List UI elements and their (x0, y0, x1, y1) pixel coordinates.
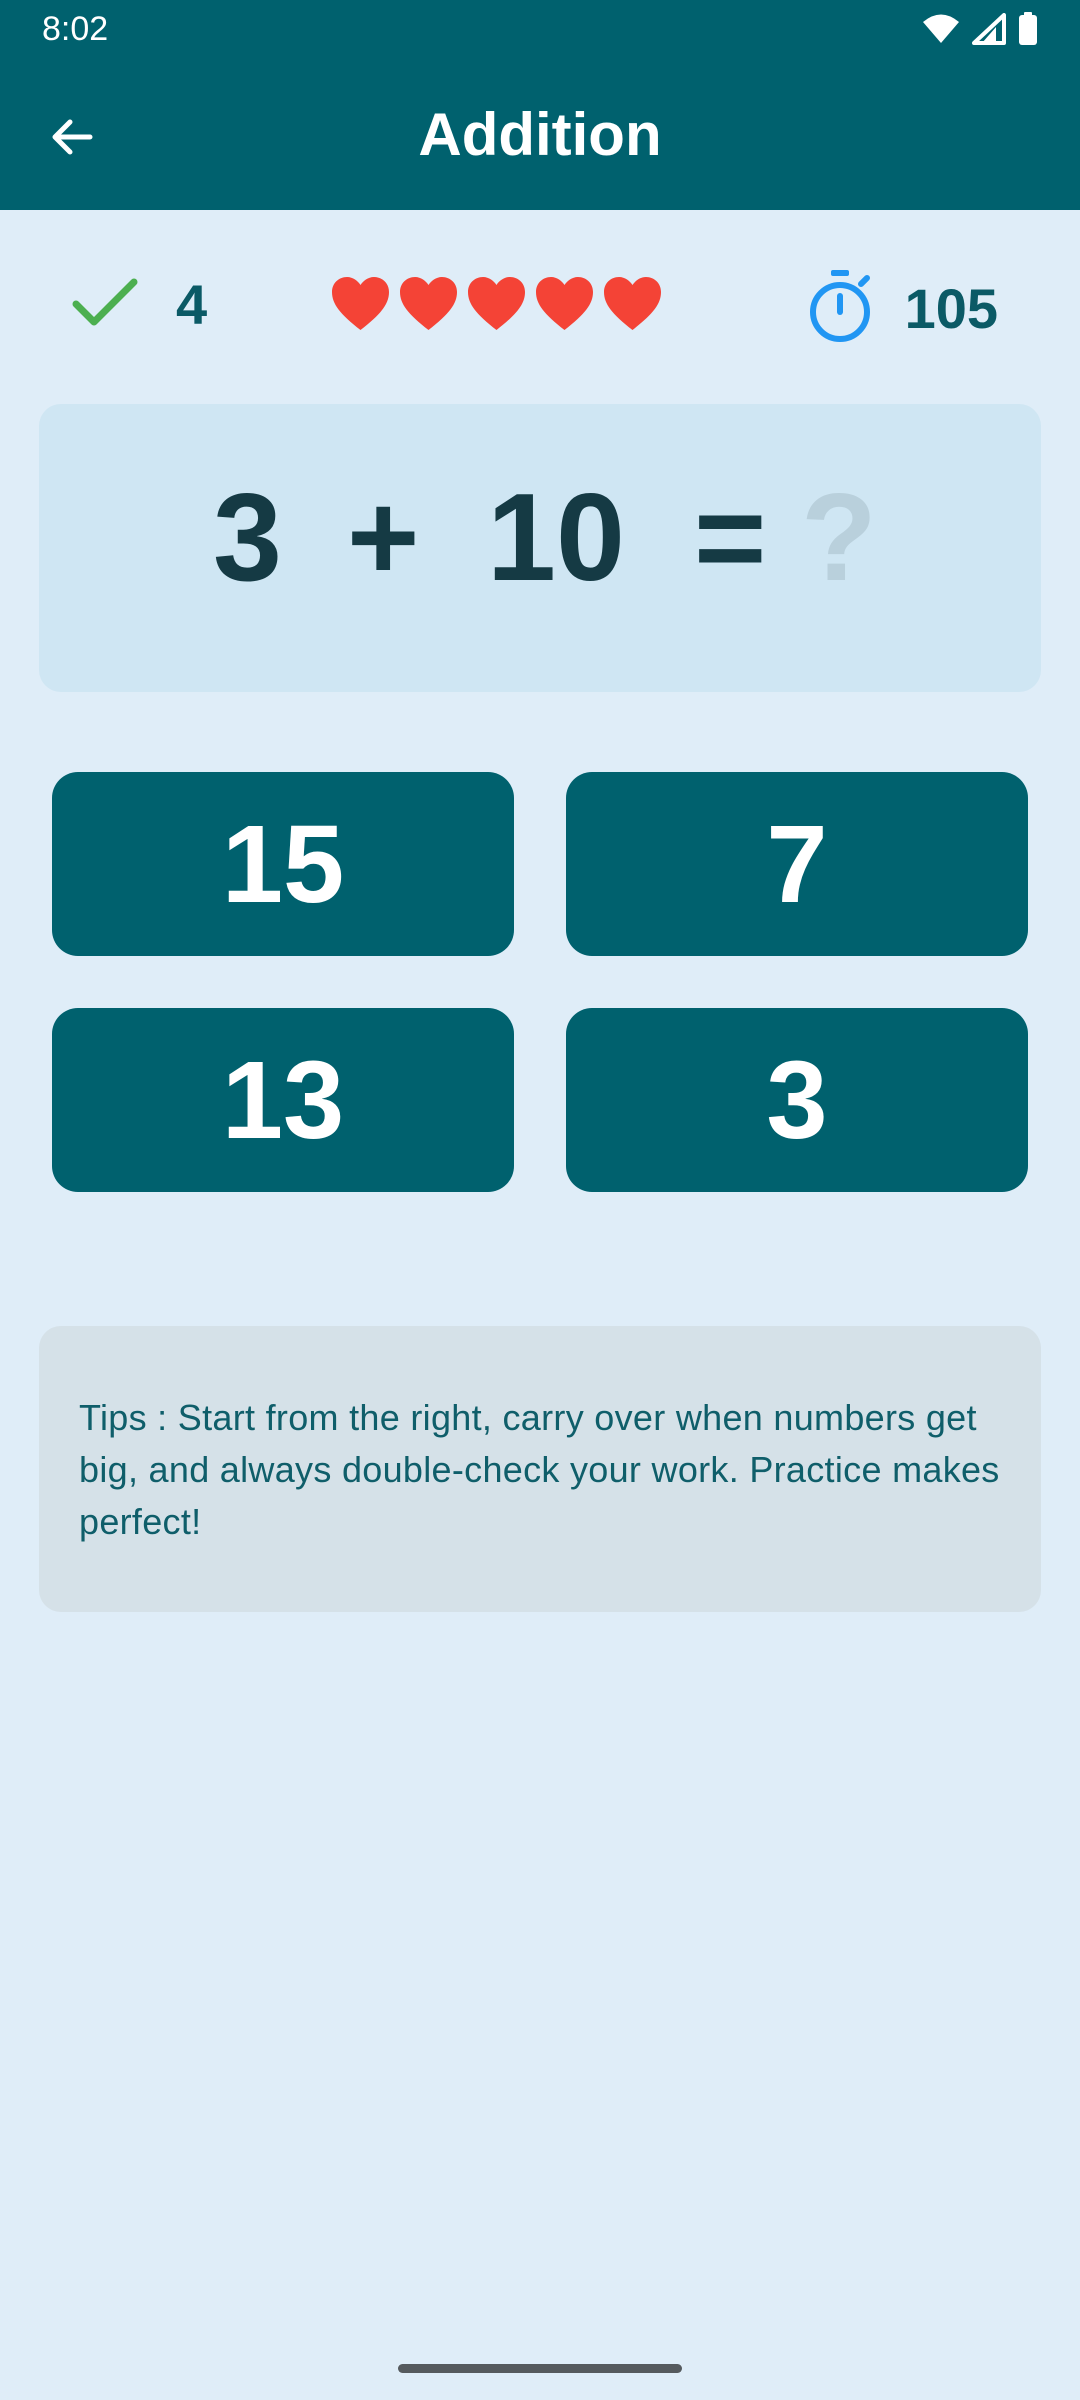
answer-button[interactable]: 3 (566, 1008, 1028, 1192)
stats-row: 4 105 (0, 250, 1080, 360)
status-time: 8:02 (42, 10, 109, 48)
timer-value: 105 (904, 277, 998, 340)
app-bar: Addition (0, 60, 1080, 210)
correct-count: 4 (176, 273, 208, 336)
status-icons (922, 12, 1038, 51)
equation: 3 + 10 = ? (39, 404, 1041, 692)
timer: 105 (805, 268, 998, 349)
heart-icon (330, 276, 391, 337)
lives-hearts (330, 276, 663, 337)
question-card: 3 + 10 = ? (39, 404, 1041, 692)
answer-button[interactable]: 7 (566, 772, 1028, 956)
heart-icon (602, 276, 663, 337)
status-bar: 8:02 (0, 0, 1080, 60)
answer-button[interactable]: 15 (52, 772, 514, 956)
home-indicator[interactable] (398, 2364, 682, 2373)
page-title: Addition (418, 101, 662, 168)
operand-a: 3 (213, 469, 282, 607)
tips-card: Tips : Start from the right, carry over … (39, 1326, 1041, 1612)
wifi-icon (922, 13, 960, 50)
operand-b: 10 (487, 469, 625, 607)
check-icon (72, 276, 138, 333)
correct-counter: 4 (72, 272, 207, 337)
unknown-placeholder: ? (801, 469, 877, 607)
heart-icon (534, 276, 595, 337)
heart-icon (466, 276, 527, 337)
answer-button[interactable]: 13 (52, 1008, 514, 1192)
stopwatch-icon (805, 268, 875, 349)
operator: + (347, 469, 420, 607)
signal-icon (972, 13, 1006, 50)
battery-icon (1018, 12, 1038, 51)
heart-icon (398, 276, 459, 337)
equals-sign: = (694, 469, 767, 607)
tips-text: Tips : Start from the right, carry over … (79, 1397, 1000, 1542)
